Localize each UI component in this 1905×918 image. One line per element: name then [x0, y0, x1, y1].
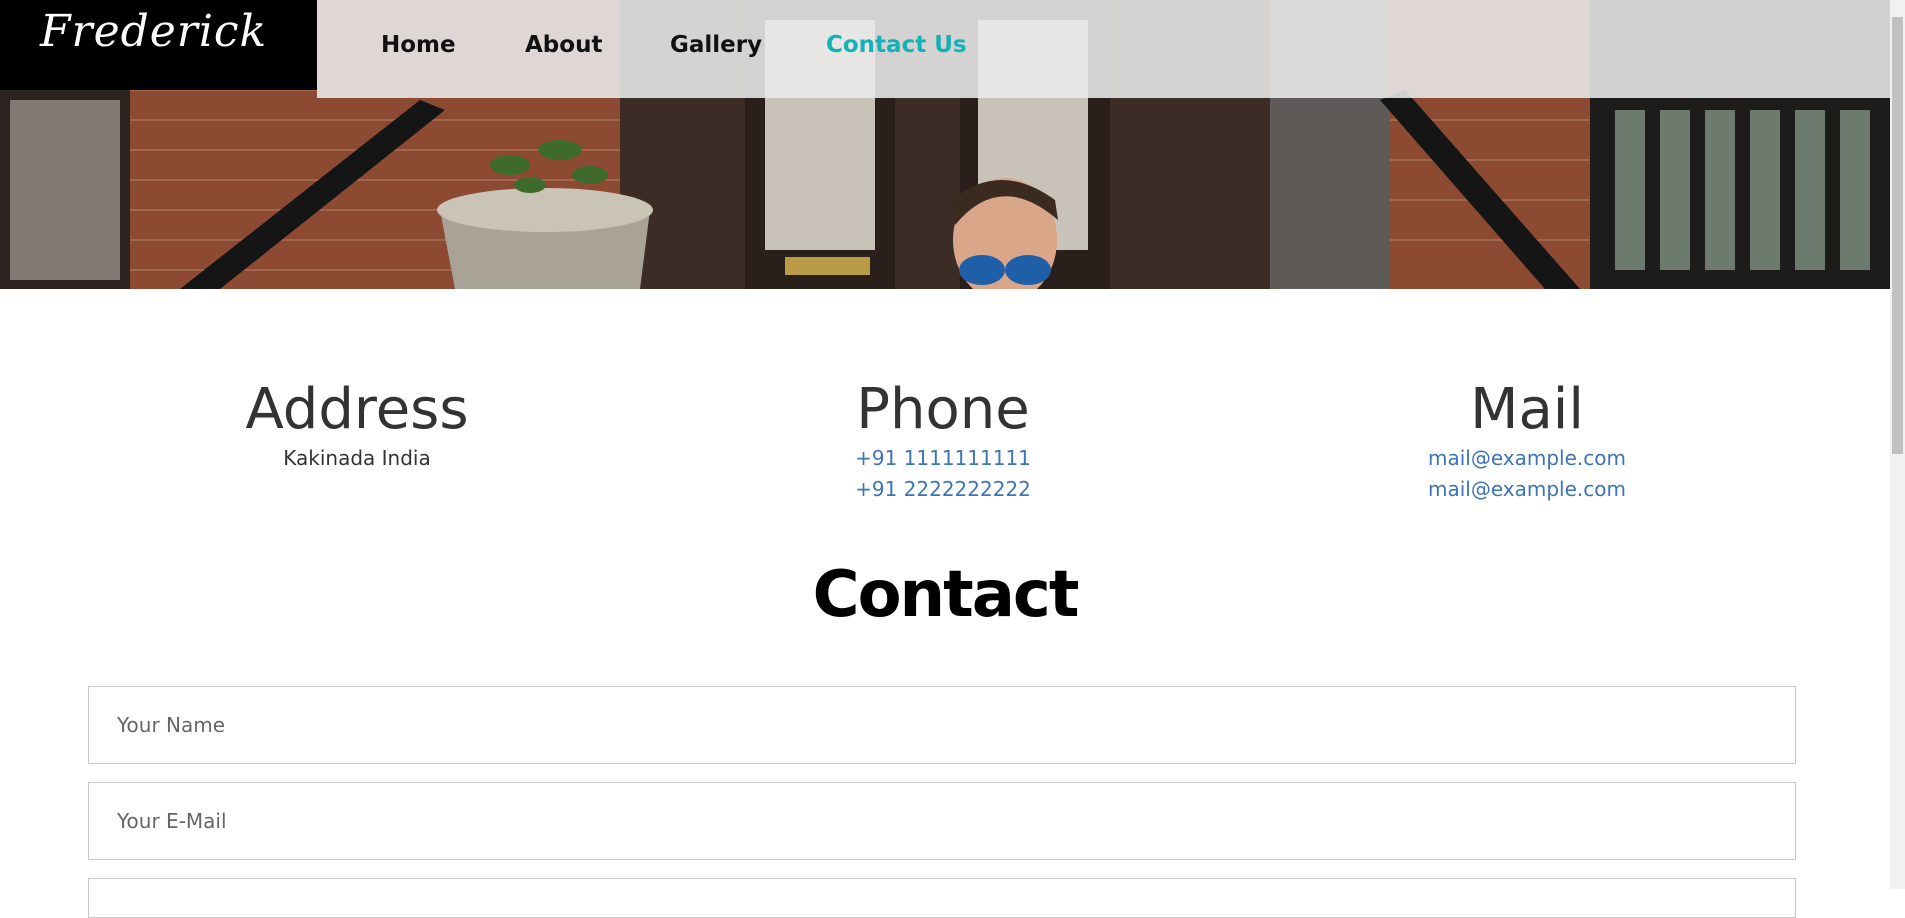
mail-title: Mail: [1470, 377, 1584, 442]
nav-home[interactable]: Home: [381, 32, 456, 58]
nav-about[interactable]: About: [525, 32, 602, 58]
mail-block: Mail mail@example.com mail@example.com: [1327, 377, 1727, 505]
name-input[interactable]: [88, 686, 1796, 764]
mail-link-2[interactable]: mail@example.com: [1327, 474, 1727, 505]
nav-gallery[interactable]: Gallery: [670, 32, 762, 58]
phone-title: Phone: [856, 377, 1030, 442]
phone-link-1[interactable]: +91 1111111111: [743, 443, 1143, 474]
address-block: Address Kakinada India: [157, 377, 557, 474]
phone-link-2[interactable]: +91 2222222222: [743, 474, 1143, 505]
message-textarea[interactable]: [88, 878, 1796, 918]
logo-text: Frederick: [40, 6, 268, 57]
phone-block: Phone +91 1111111111 +91 2222222222: [743, 377, 1143, 505]
contact-heading: Contact: [812, 558, 1080, 632]
nav-contact-us[interactable]: Contact Us: [826, 32, 967, 58]
logo[interactable]: Frederick: [0, 0, 317, 90]
mail-link-1[interactable]: mail@example.com: [1327, 443, 1727, 474]
scrollbar-thumb[interactable]: [1892, 17, 1903, 454]
address-text: Kakinada India: [283, 446, 431, 470]
email-input[interactable]: [88, 782, 1796, 860]
address-title: Address: [245, 377, 469, 442]
